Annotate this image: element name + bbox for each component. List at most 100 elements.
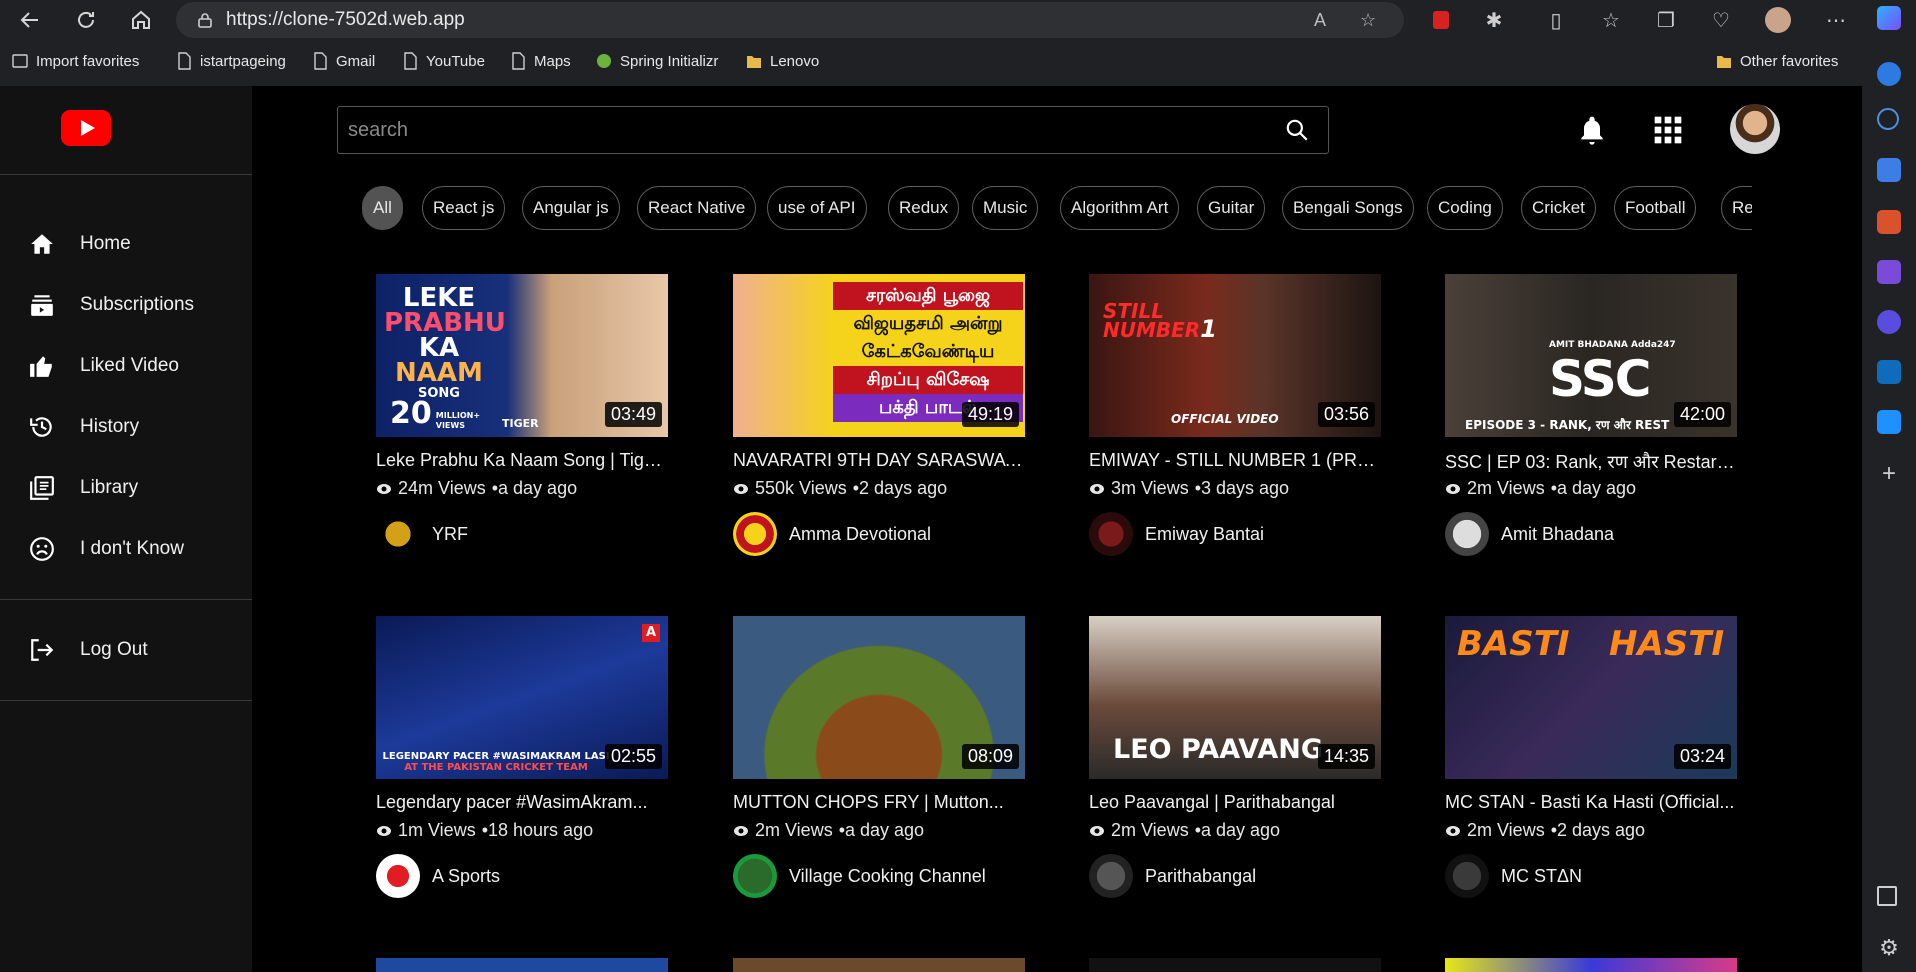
bookmark-other-favorites[interactable]: Other favorites	[1716, 52, 1838, 70]
address-bar[interactable]: https://clone-7502d.web.app A ☆	[176, 2, 1404, 38]
add-icon[interactable]: +	[1877, 462, 1901, 486]
channel-info[interactable]: YRF	[376, 512, 468, 556]
channel-info[interactable]: Village Cooking Channel	[733, 854, 986, 898]
video-card[interactable]: BASTI HASTI 03:24 MC STAN - Basti Ka Has…	[1445, 616, 1740, 936]
sidebar-item-library[interactable]: Library	[28, 468, 248, 508]
favorites-icon[interactable]: ☆	[1597, 6, 1625, 34]
channel-name[interactable]: Village Cooking Channel	[789, 866, 986, 887]
chip-cricket[interactable]: Cricket	[1521, 186, 1596, 230]
profile-avatar-icon[interactable]	[1764, 6, 1792, 34]
channel-avatar[interactable]	[376, 512, 420, 556]
search-icon[interactable]	[1284, 117, 1310, 143]
chip-angular-js[interactable]: Angular js	[522, 186, 620, 230]
more-menu-icon[interactable]: ⋯	[1822, 6, 1850, 34]
video-thumbnail[interactable]	[376, 958, 668, 972]
chip-football[interactable]: Football	[1614, 186, 1697, 230]
notification-icon[interactable]	[1877, 62, 1901, 86]
sidebar-toggle-icon[interactable]	[1877, 886, 1897, 906]
outlook-icon[interactable]	[1877, 360, 1901, 384]
chip-music[interactable]: Music	[972, 186, 1039, 230]
video-thumbnail[interactable]	[1089, 958, 1381, 972]
video-thumbnail[interactable]: சரஸ்வதி பூஜை விஜயதசமி அன்று கேட்கவேண்டிய…	[733, 274, 1025, 437]
bookmark-maps[interactable]: Maps	[510, 52, 571, 70]
sidebar-item-subscriptions[interactable]: Subscriptions	[28, 285, 248, 325]
refresh-icon[interactable]	[72, 6, 100, 34]
video-card[interactable]: STILL NUMBER1 OFFICIAL VIDEO 03:56 EMIWA…	[1089, 274, 1384, 594]
back-icon[interactable]	[16, 6, 44, 34]
search-sidebar-icon[interactable]	[1877, 108, 1899, 130]
video-title[interactable]: EMIWAY - STILL NUMBER 1 (PRO...	[1089, 450, 1381, 471]
channel-name[interactable]: Amit Bhadana	[1501, 524, 1614, 545]
settings-icon[interactable]: ⚙	[1877, 936, 1901, 960]
channel-name[interactable]: Parithabangal	[1145, 866, 1256, 887]
shopping-icon[interactable]	[1877, 158, 1901, 182]
chip-guitar[interactable]: Guitar	[1197, 186, 1266, 230]
video-thumbnail[interactable]: A LEGENDARY PACER #WASIMAKRAM LASI AT TH…	[376, 616, 668, 779]
video-title[interactable]: NAVARATRI 9TH DAY SARASWAT...	[733, 450, 1025, 471]
video-card[interactable]: LEKE PRABHU KA NAAM SONG 20 MILLION+ VIEW…	[376, 274, 671, 594]
channel-info[interactable]: MC STΔN	[1445, 854, 1582, 898]
video-title[interactable]: MUTTON CHOPS FRY | Mutton...	[733, 792, 1025, 813]
sidebar-item-i-dont-know[interactable]: I don't Know	[28, 529, 248, 569]
channel-avatar[interactable]	[376, 854, 420, 898]
channel-avatar[interactable]	[1089, 512, 1133, 556]
logout-button[interactable]: Log Out	[28, 630, 248, 670]
video-title[interactable]: Leke Prabhu Ka Naam Song | Tige...	[376, 450, 668, 471]
chip-rea[interactable]: Rea	[1721, 186, 1752, 230]
chip-all[interactable]: All	[362, 186, 403, 230]
channel-avatar[interactable]	[1445, 512, 1489, 556]
chip-react-native[interactable]: React Native	[637, 186, 757, 230]
bookmark-import-favorites[interactable]: Import favorites	[12, 52, 139, 70]
home-browser-icon[interactable]	[127, 6, 155, 34]
video-thumbnail[interactable]: STILL NUMBER1 OFFICIAL VIDEO 03:56	[1089, 274, 1381, 437]
channel-info[interactable]: A Sports	[376, 854, 500, 898]
chip-bengali-songs[interactable]: Bengali Songs	[1282, 186, 1414, 230]
video-thumbnail[interactable]: LEKE PRABHU KA NAAM SONG 20 MILLION+ VIEW…	[376, 274, 668, 437]
collections-icon[interactable]: ❐	[1652, 6, 1680, 34]
youtube-logo[interactable]	[61, 110, 111, 146]
office-icon[interactable]	[1877, 310, 1901, 334]
extension-shield-icon[interactable]	[1427, 6, 1455, 34]
chip-use-of-api[interactable]: use of API	[767, 186, 867, 230]
url-text[interactable]: https://clone-7502d.web.app	[226, 9, 465, 31]
video-thumbnail[interactable]: LEO PAAVANG 14:35	[1089, 616, 1381, 779]
channel-name[interactable]: YRF	[432, 524, 468, 545]
video-thumbnail[interactable]: 08:09	[733, 616, 1025, 779]
split-screen-icon[interactable]: ▯	[1542, 6, 1570, 34]
read-aloud-icon[interactable]: A	[1314, 10, 1326, 31]
games-icon[interactable]	[1877, 260, 1901, 284]
chip-react-js[interactable]: React js	[422, 186, 506, 230]
favorite-star-icon[interactable]: ☆	[1360, 10, 1376, 31]
sidebar-item-liked-video[interactable]: Liked Video	[28, 346, 248, 386]
bookmark-gmail[interactable]: Gmail	[312, 52, 375, 70]
video-title[interactable]: SSC | EP 03: Rank, रण और Restart ...	[1445, 450, 1737, 474]
video-card[interactable]: 08:09 MUTTON CHOPS FRY | Mutton... 2m Vi…	[733, 616, 1028, 936]
video-thumbnail[interactable]: BASTI HASTI 03:24	[1445, 616, 1737, 779]
chip-redux[interactable]: Redux	[888, 186, 960, 230]
tools-icon[interactable]	[1877, 210, 1901, 234]
video-card[interactable]: LEO PAAVANG 14:35 Leo Paavangal | Parith…	[1089, 616, 1384, 936]
sidebar-item-history[interactable]: History	[28, 407, 248, 447]
channel-info[interactable]: Amit Bhadana	[1445, 512, 1614, 556]
chip-algorithm-art[interactable]: Algorithm Art	[1060, 186, 1180, 230]
channel-info[interactable]: Parithabangal	[1089, 854, 1256, 898]
channel-avatar[interactable]	[733, 854, 777, 898]
channel-info[interactable]: Emiway Bantai	[1089, 512, 1264, 556]
bookmark-istartpageing[interactable]: istartpageing	[176, 52, 286, 70]
send-icon[interactable]	[1877, 410, 1901, 434]
channel-name[interactable]: A Sports	[432, 866, 500, 887]
search-input[interactable]	[346, 117, 1250, 143]
avatar[interactable]	[1730, 104, 1780, 154]
apps-grid-icon[interactable]	[1652, 114, 1684, 146]
channel-avatar[interactable]	[1089, 854, 1133, 898]
bookmark-youtube[interactable]: YouTube	[402, 52, 485, 70]
bookmark-lenovo[interactable]: Lenovo	[746, 52, 819, 70]
video-thumbnail[interactable]	[1445, 958, 1737, 972]
channel-name[interactable]: MC STΔN	[1501, 866, 1582, 887]
video-card[interactable]: AMIT BHADANA Adda247 SSC EPISODE 3 - RAN…	[1445, 274, 1740, 594]
channel-info[interactable]: Amma Devotional	[733, 512, 931, 556]
channel-name[interactable]: Emiway Bantai	[1145, 524, 1264, 545]
video-title[interactable]: MC STAN - Basti Ka Hasti (Official...	[1445, 792, 1737, 813]
video-title[interactable]: Leo Paavangal | Parithabangal	[1089, 792, 1381, 813]
video-card[interactable]: சரஸ்வதி பூஜை விஜயதசமி அன்று கேட்கவேண்டிய…	[733, 274, 1028, 594]
